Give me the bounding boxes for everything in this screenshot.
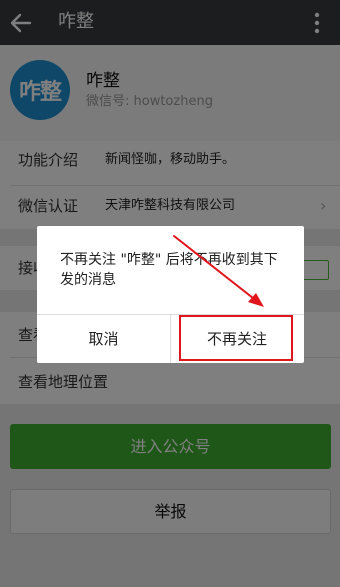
annotation-arrow <box>173 235 264 307</box>
arrow-shaft <box>173 235 259 303</box>
